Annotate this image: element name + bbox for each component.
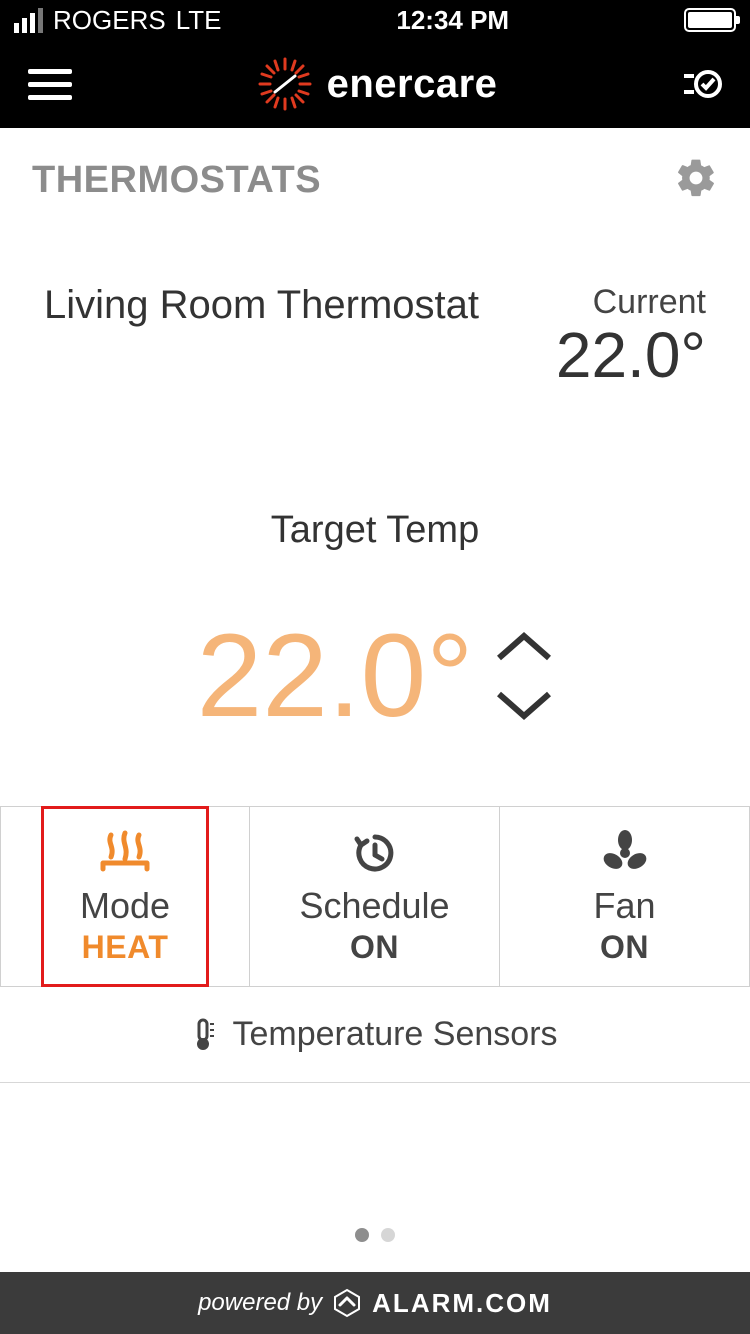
app-header: enercare (0, 40, 750, 128)
page-indicator[interactable] (0, 1228, 750, 1242)
schedule-icon (250, 825, 499, 881)
page-dot-2[interactable] (381, 1228, 395, 1242)
section-header: THERMOSTATS (0, 128, 750, 223)
target-section: Target Temp 22.0° (0, 399, 750, 744)
target-controls: 22.0° (0, 608, 750, 744)
chevron-down-icon[interactable] (495, 688, 553, 722)
schedule-value: ON (250, 929, 499, 966)
heat-icon (1, 825, 249, 881)
fan-icon (500, 825, 749, 881)
thermometer-icon (192, 1018, 214, 1052)
status-left: ROGERS LTE (14, 5, 221, 36)
battery-icon (684, 8, 736, 32)
schedule-title: Schedule (250, 885, 499, 927)
target-temp-label: Target Temp (0, 509, 750, 552)
device-name: Living Room Thermostat (44, 283, 479, 328)
temp-stepper (495, 630, 553, 722)
fan-button[interactable]: Fan ON (500, 806, 750, 987)
control-grid: Mode HEAT Schedule ON Fan ON (0, 806, 750, 987)
current-temp: Current 22.0° (556, 283, 706, 389)
mode-button[interactable]: Mode HEAT (0, 806, 250, 987)
fan-title: Fan (500, 885, 749, 927)
app-root: { "status": { "carrier": "ROGERS", "netw… (0, 0, 750, 1334)
alarm-logo-icon (332, 1288, 362, 1318)
menu-icon[interactable] (28, 69, 72, 100)
status-time: 12:34 PM (396, 5, 509, 36)
section-title: THERMOSTATS (32, 159, 321, 202)
network-label: LTE (176, 5, 222, 36)
fan-value: ON (500, 929, 749, 966)
signal-icon (14, 8, 43, 33)
target-temp-value: 22.0° (197, 608, 474, 744)
carrier-label: ROGERS (53, 5, 166, 36)
current-temp-label: Current (556, 283, 706, 322)
brand-text: enercare (327, 62, 498, 107)
chevron-up-icon[interactable] (495, 630, 553, 664)
device-row: Living Room Thermostat Current 22.0° (0, 223, 750, 399)
mode-title: Mode (1, 885, 249, 927)
header-status-icon[interactable] (682, 64, 722, 104)
status-bar: ROGERS LTE 12:34 PM (0, 0, 750, 40)
brand-sun-icon (257, 56, 313, 112)
brand: enercare (257, 56, 498, 112)
footer: powered by ALARM.COM (0, 1272, 750, 1334)
schedule-button[interactable]: Schedule ON (250, 806, 500, 987)
page-dot-1[interactable] (355, 1228, 369, 1242)
mode-value: HEAT (1, 929, 249, 966)
footer-brand: ALARM.COM (372, 1288, 552, 1319)
sensors-button[interactable]: Temperature Sensors (0, 987, 750, 1083)
gear-icon[interactable] (674, 156, 718, 205)
current-temp-value: 22.0° (556, 322, 706, 389)
status-right (684, 8, 736, 32)
sensors-label: Temperature Sensors (232, 1015, 557, 1054)
powered-by-label: powered by (198, 1289, 322, 1317)
